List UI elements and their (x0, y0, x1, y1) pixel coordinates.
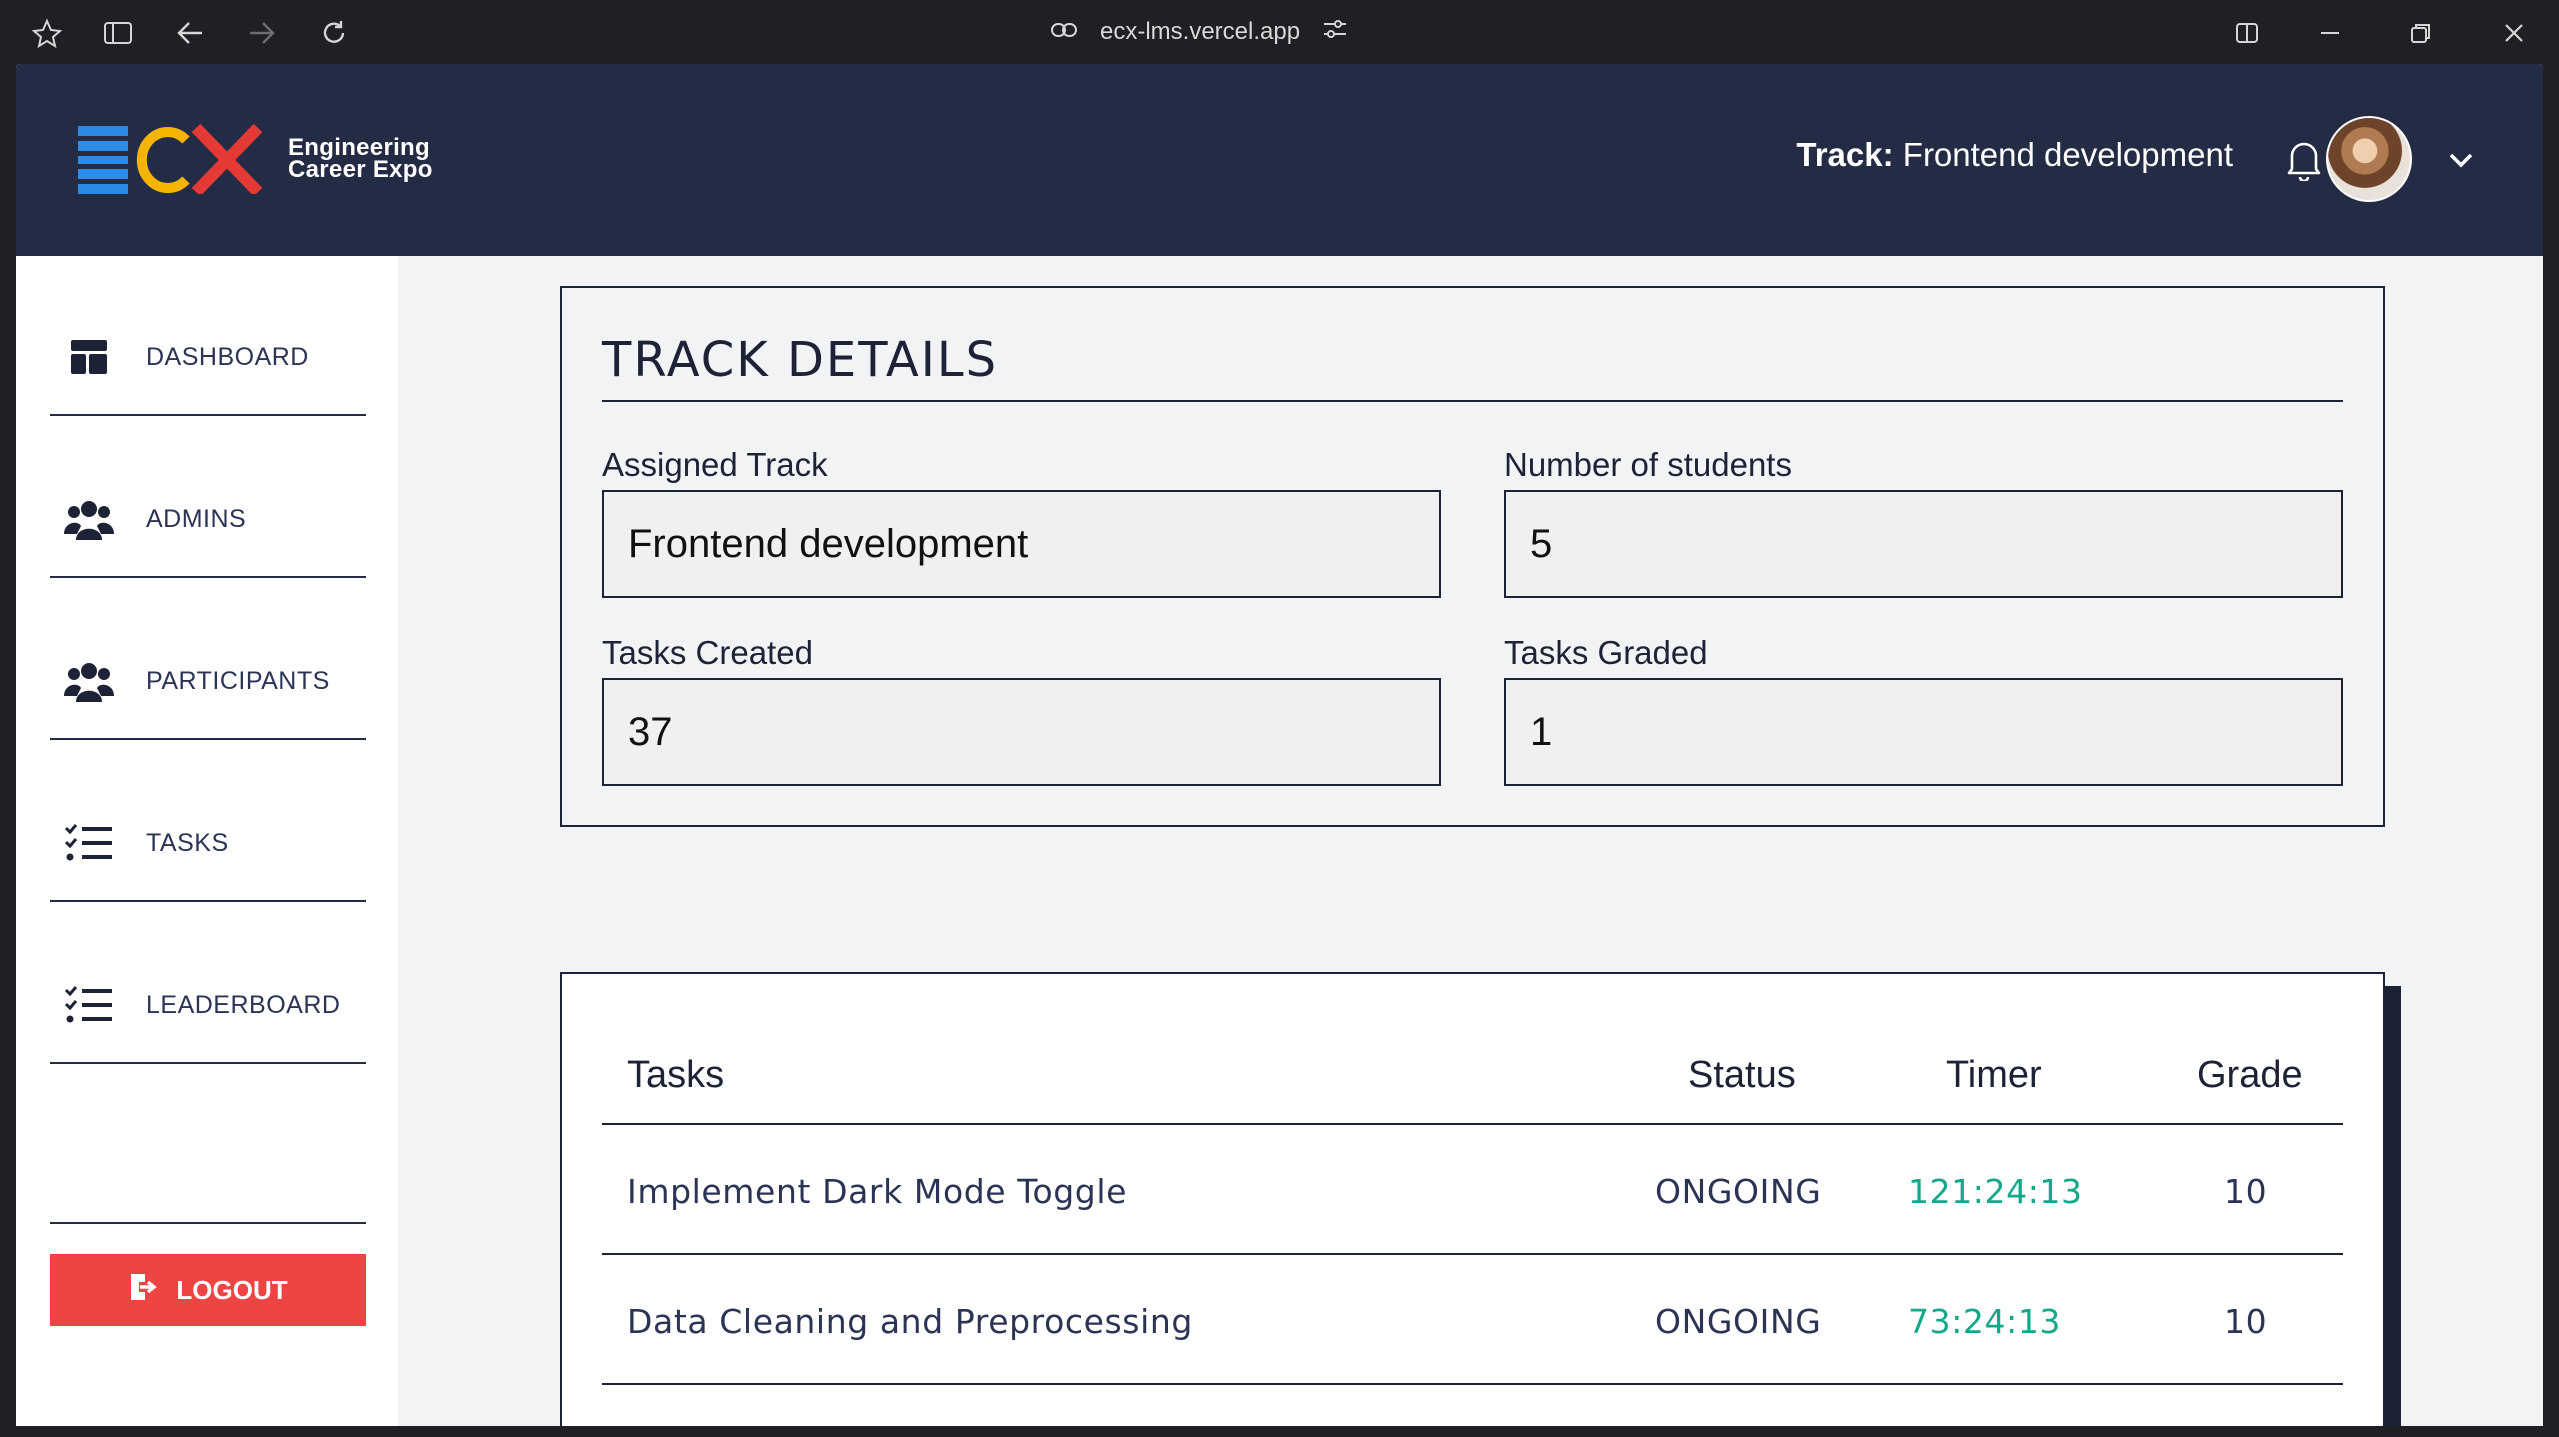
task-name[interactable]: Data Cleaning and Preprocessing (627, 1302, 1193, 1341)
sidebar-item-participants[interactable]: PARTICIPANTS (50, 580, 366, 740)
chevron-down-icon[interactable] (2441, 142, 2481, 178)
task-name[interactable]: Implement Dark Mode Toggle (627, 1172, 1127, 1211)
checklist-icon (60, 980, 118, 1030)
track-details-panel: TRACK DETAILS Assigned Track Frontend de… (560, 286, 2385, 827)
track-indicator: Track: Frontend development (1796, 136, 2233, 174)
avatar[interactable] (2326, 116, 2412, 202)
users-icon (60, 656, 118, 706)
track-label: Track: (1796, 136, 1894, 173)
column-header-timer: Timer (1946, 1054, 2042, 1096)
tasks-table: Tasks Status Timer Grade Implement Dark … (560, 972, 2385, 1426)
restore-icon[interactable] (2404, 16, 2438, 50)
track-value: Frontend development (1902, 136, 2233, 173)
tasks-created-field: 37 (602, 678, 1441, 786)
split-view-icon[interactable] (2230, 16, 2264, 50)
task-status: ONGOING (1655, 1302, 1822, 1341)
track-details-title: TRACK DETAILS (602, 332, 999, 388)
ecx-logo[interactable]: Engineering Career Expo (78, 123, 433, 197)
column-header-tasks: Tasks (627, 1054, 725, 1096)
sidebar-item-leaderboard[interactable]: LEADERBOARD (50, 904, 366, 1064)
task-status: ONGOING (1655, 1172, 1822, 1211)
sidebar-item-label: TASKS (146, 829, 229, 857)
sidebar-item-label: DASHBOARD (146, 343, 309, 371)
ecx-logo-mark (78, 123, 263, 197)
sidebar-toggle-icon[interactable] (101, 16, 135, 50)
logo-text-line2: Career Expo (288, 156, 433, 183)
students-field: 5 (1504, 490, 2343, 598)
row-divider (602, 1383, 2343, 1385)
task-grade: 10 (2224, 1302, 2268, 1341)
site-settings-icon[interactable] (1322, 17, 1348, 48)
sidebar-item-admins[interactable]: ADMINS (50, 418, 366, 578)
tasks-graded-label: Tasks Graded (1504, 634, 1708, 671)
column-header-status: Status (1688, 1054, 1796, 1096)
logout-icon (128, 1272, 158, 1309)
title-divider (602, 400, 2343, 402)
forward-icon[interactable] (245, 16, 279, 50)
task-timer: 73:24:13 (1908, 1302, 2062, 1341)
sidebar-item-label: PARTICIPANTS (146, 667, 330, 695)
app-window: Engineering Career Expo Track: Frontend … (16, 64, 2543, 1426)
students-label: Number of students (1504, 446, 1792, 483)
tasks-table-wrapper: Tasks Status Timer Grade Implement Dark … (560, 972, 2401, 1426)
link-icon (1050, 18, 1078, 46)
top-header: Engineering Career Expo Track: Frontend … (16, 64, 2543, 256)
tasks-graded-field: 1 (1504, 678, 2343, 786)
logo-text: Engineering Career Expo (288, 136, 433, 183)
logout-button[interactable]: LOGOUT (50, 1254, 366, 1326)
checklist-icon (60, 818, 118, 868)
header-divider (602, 1123, 2343, 1125)
logout-label: LOGOUT (176, 1274, 288, 1305)
back-icon[interactable] (173, 16, 207, 50)
assigned-track-label: Assigned Track (602, 446, 828, 483)
browser-logo-icon[interactable] (30, 16, 64, 50)
column-header-grade: Grade (2197, 1054, 2303, 1096)
sidebar-item-dashboard[interactable]: DASHBOARD (50, 256, 366, 416)
task-timer: 121:24:13 (1908, 1172, 2083, 1211)
users-icon (60, 494, 118, 544)
url-text[interactable]: ecx-lms.vercel.app (1100, 18, 1300, 46)
assigned-track-field: Frontend development (602, 490, 1441, 598)
sidebar-item-label: LEADERBOARD (146, 991, 341, 1019)
row-divider (602, 1253, 2343, 1255)
tasks-created-label: Tasks Created (602, 634, 813, 671)
sidebar: DASHBOARD ADMINS PARTICIPANTS TASKS LEAD… (16, 256, 398, 1426)
sidebar-divider (50, 1222, 366, 1224)
address-bar[interactable]: ecx-lms.vercel.app (1050, 14, 1348, 50)
close-icon[interactable] (2497, 16, 2531, 50)
dashboard-icon (60, 332, 118, 382)
minimize-icon[interactable] (2313, 16, 2347, 50)
reload-icon[interactable] (317, 16, 351, 50)
sidebar-item-tasks[interactable]: TASKS (50, 742, 366, 902)
bell-icon[interactable] (2284, 137, 2324, 183)
sidebar-item-label: ADMINS (146, 505, 247, 533)
task-grade: 10 (2224, 1172, 2268, 1211)
browser-chrome: ecx-lms.vercel.app (0, 0, 2559, 64)
